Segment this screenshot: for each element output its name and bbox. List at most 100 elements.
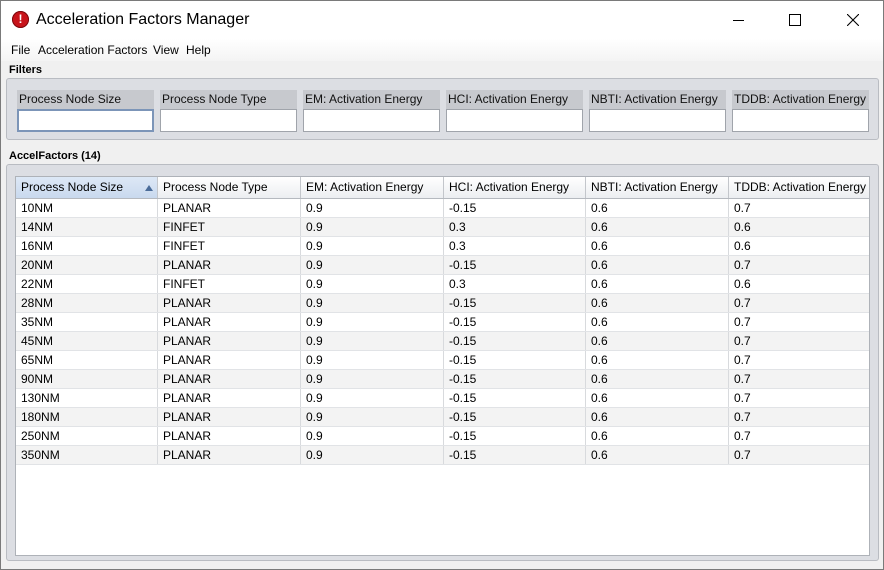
cell-process-node-type: FINFET xyxy=(158,218,301,236)
menu-acceleration-factors[interactable]: Acceleration Factors xyxy=(38,43,147,57)
column-header-label: EM: Activation Energy xyxy=(306,180,424,194)
table-section-title: AccelFactors (14) xyxy=(9,150,101,162)
filter-tddb-activation-energy-input[interactable] xyxy=(732,109,869,132)
cell-nbti-activation-energy: 0.6 xyxy=(586,408,729,426)
title-bar: ! Acceleration Factors Manager xyxy=(1,1,883,39)
table-row[interactable]: 28NM PLANAR 0.9 -0.15 0.6 0.7 xyxy=(16,294,869,313)
cell-nbti-activation-energy: 0.6 xyxy=(586,351,729,369)
menu-bar: File Acceleration Factors View Help xyxy=(1,39,883,61)
maximize-button[interactable] xyxy=(766,1,824,39)
cell-nbti-activation-energy: 0.6 xyxy=(586,332,729,350)
table-row[interactable]: 180NM PLANAR 0.9 -0.15 0.6 0.7 xyxy=(16,408,869,427)
accel-factors-table: Process Node Size Process Node Type EM: … xyxy=(15,176,870,556)
cell-nbti-activation-energy: 0.6 xyxy=(586,199,729,217)
cell-hci-activation-energy: -0.15 xyxy=(444,427,586,445)
filter-tddb-activation-energy: TDDB: Activation Energy xyxy=(732,90,869,132)
cell-tddb-activation-energy: 0.6 xyxy=(729,237,869,255)
cell-process-node-size: 10NM xyxy=(16,199,158,217)
close-icon xyxy=(847,14,859,26)
cell-em-activation-energy: 0.9 xyxy=(301,446,444,464)
filter-nbti-activation-energy-input[interactable] xyxy=(589,109,726,132)
table-row[interactable]: 35NM PLANAR 0.9 -0.15 0.6 0.7 xyxy=(16,313,869,332)
cell-process-node-type: PLANAR xyxy=(158,256,301,274)
cell-hci-activation-energy: -0.15 xyxy=(444,351,586,369)
cell-hci-activation-energy: -0.15 xyxy=(444,389,586,407)
filter-process-node-type-input[interactable] xyxy=(160,109,297,132)
filter-label: HCI: Activation Energy xyxy=(446,90,583,109)
column-header-tddb-activation-energy[interactable]: TDDB: Activation Energy xyxy=(729,177,869,198)
cell-em-activation-energy: 0.9 xyxy=(301,256,444,274)
table-row[interactable]: 350NM PLANAR 0.9 -0.15 0.6 0.7 xyxy=(16,446,869,465)
cell-process-node-type: PLANAR xyxy=(158,351,301,369)
filter-em-activation-energy-input[interactable] xyxy=(303,109,440,132)
cell-process-node-size: 22NM xyxy=(16,275,158,293)
cell-tddb-activation-energy: 0.7 xyxy=(729,199,869,217)
menu-file[interactable]: File xyxy=(11,43,30,57)
cell-process-node-size: 45NM xyxy=(16,332,158,350)
table-row[interactable]: 10NM PLANAR 0.9 -0.15 0.6 0.7 xyxy=(16,199,869,218)
cell-nbti-activation-energy: 0.6 xyxy=(586,370,729,388)
cell-hci-activation-energy: -0.15 xyxy=(444,370,586,388)
cell-em-activation-energy: 0.9 xyxy=(301,332,444,350)
cell-process-node-type: PLANAR xyxy=(158,446,301,464)
cell-process-node-type: PLANAR xyxy=(158,370,301,388)
filters-section-title: Filters xyxy=(9,64,43,76)
table-row[interactable]: 250NM PLANAR 0.9 -0.15 0.6 0.7 xyxy=(16,427,869,446)
filter-label: NBTI: Activation Energy xyxy=(589,90,726,109)
app-error-icon: ! xyxy=(12,11,29,28)
app-window: ! Acceleration Factors Manager File Acce… xyxy=(0,0,884,570)
table-row[interactable]: 45NM PLANAR 0.9 -0.15 0.6 0.7 xyxy=(16,332,869,351)
cell-hci-activation-energy: 0.3 xyxy=(444,218,586,236)
cell-process-node-type: FINFET xyxy=(158,275,301,293)
filter-label: EM: Activation Energy xyxy=(303,90,440,109)
cell-tddb-activation-energy: 0.7 xyxy=(729,370,869,388)
cell-hci-activation-energy: -0.15 xyxy=(444,313,586,331)
filter-hci-activation-energy: HCI: Activation Energy xyxy=(446,90,583,132)
sort-ascending-icon xyxy=(145,185,153,191)
cell-process-node-type: PLANAR xyxy=(158,427,301,445)
filter-hci-activation-energy-input[interactable] xyxy=(446,109,583,132)
table-row[interactable]: 20NM PLANAR 0.9 -0.15 0.6 0.7 xyxy=(16,256,869,275)
table-row[interactable]: 14NM FINFET 0.9 0.3 0.6 0.6 xyxy=(16,218,869,237)
column-header-em-activation-energy[interactable]: EM: Activation Energy xyxy=(301,177,444,198)
cell-em-activation-energy: 0.9 xyxy=(301,218,444,236)
table-row[interactable]: 130NM PLANAR 0.9 -0.15 0.6 0.7 xyxy=(16,389,869,408)
table-row[interactable]: 16NM FINFET 0.9 0.3 0.6 0.6 xyxy=(16,237,869,256)
table-row[interactable]: 22NM FINFET 0.9 0.3 0.6 0.6 xyxy=(16,275,869,294)
cell-tddb-activation-energy: 0.7 xyxy=(729,446,869,464)
minimize-button[interactable] xyxy=(709,1,767,39)
filter-process-node-size-input[interactable] xyxy=(17,109,154,132)
table-header: Process Node Size Process Node Type EM: … xyxy=(16,177,869,199)
cell-hci-activation-energy: 0.3 xyxy=(444,275,586,293)
column-header-label: HCI: Activation Energy xyxy=(449,180,570,194)
cell-tddb-activation-energy: 0.7 xyxy=(729,313,869,331)
cell-em-activation-energy: 0.9 xyxy=(301,370,444,388)
cell-hci-activation-energy: -0.15 xyxy=(444,294,586,312)
cell-nbti-activation-energy: 0.6 xyxy=(586,256,729,274)
table-row[interactable]: 65NM PLANAR 0.9 -0.15 0.6 0.7 xyxy=(16,351,869,370)
close-button[interactable] xyxy=(824,1,882,39)
cell-hci-activation-energy: 0.3 xyxy=(444,237,586,255)
column-header-label: Process Node Size xyxy=(21,180,124,194)
column-header-hci-activation-energy[interactable]: HCI: Activation Energy xyxy=(444,177,586,198)
cell-process-node-type: PLANAR xyxy=(158,313,301,331)
cell-process-node-size: 180NM xyxy=(16,408,158,426)
cell-process-node-size: 350NM xyxy=(16,446,158,464)
filter-label: Process Node Size xyxy=(17,90,154,109)
column-header-label: NBTI: Activation Energy xyxy=(591,180,718,194)
cell-em-activation-energy: 0.9 xyxy=(301,427,444,445)
cell-nbti-activation-energy: 0.6 xyxy=(586,218,729,236)
cell-em-activation-energy: 0.9 xyxy=(301,313,444,331)
menu-help[interactable]: Help xyxy=(186,43,211,57)
cell-hci-activation-energy: -0.15 xyxy=(444,332,586,350)
cell-process-node-size: 14NM xyxy=(16,218,158,236)
table-row[interactable]: 90NM PLANAR 0.9 -0.15 0.6 0.7 xyxy=(16,370,869,389)
cell-process-node-size: 20NM xyxy=(16,256,158,274)
column-header-label: Process Node Type xyxy=(163,180,268,194)
menu-view[interactable]: View xyxy=(153,43,179,57)
column-header-process-node-size[interactable]: Process Node Size xyxy=(16,177,158,198)
cell-nbti-activation-energy: 0.6 xyxy=(586,275,729,293)
column-header-process-node-type[interactable]: Process Node Type xyxy=(158,177,301,198)
column-header-nbti-activation-energy[interactable]: NBTI: Activation Energy xyxy=(586,177,729,198)
cell-hci-activation-energy: -0.15 xyxy=(444,199,586,217)
